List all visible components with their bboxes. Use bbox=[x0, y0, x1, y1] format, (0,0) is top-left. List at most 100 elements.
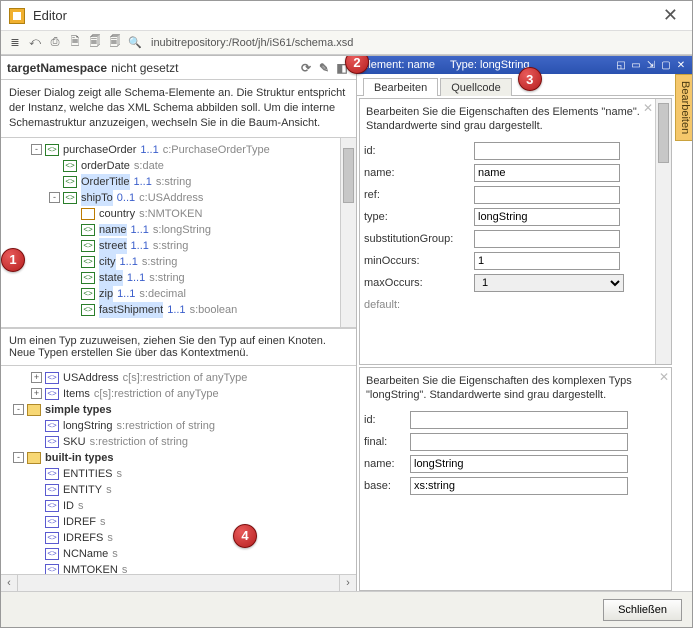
side-tab-bearbeiten[interactable]: Bearbeiten bbox=[675, 74, 692, 141]
expand-toggle bbox=[67, 272, 78, 283]
tfield-id[interactable] bbox=[410, 411, 628, 429]
tree-label: fastShipment bbox=[99, 302, 163, 318]
panel-close-icon[interactable]: ✕ bbox=[674, 58, 688, 72]
search-icon[interactable]: 🔍 bbox=[127, 35, 143, 51]
tree-label: city bbox=[99, 254, 116, 270]
expand-toggle[interactable]: - bbox=[31, 144, 42, 155]
window-close-icon[interactable]: ✕ bbox=[657, 5, 684, 26]
field-maxoccurs[interactable]: 1 bbox=[474, 274, 624, 292]
lbl-name: name: bbox=[364, 167, 474, 179]
tree-row[interactable]: zip1..1s:decimal bbox=[5, 286, 340, 302]
elem-icon bbox=[81, 256, 95, 268]
tree-row[interactable]: SKUs:restriction of string bbox=[5, 434, 356, 450]
tree-row[interactable]: -purchaseOrder1..1c:PurchaseOrderType bbox=[5, 142, 340, 158]
ns-status: nicht gesetzt bbox=[111, 61, 178, 75]
type-icon bbox=[45, 564, 59, 574]
expand-toggle bbox=[31, 564, 42, 574]
tree-row[interactable]: -simple types bbox=[5, 402, 356, 418]
panel-pin-icon[interactable]: ⇲ bbox=[644, 58, 658, 72]
elem-icon bbox=[45, 144, 59, 156]
tree-label: USAddress bbox=[63, 370, 119, 386]
panel-window-icon[interactable]: ◱ bbox=[614, 58, 628, 72]
tfield-name[interactable] bbox=[410, 455, 628, 473]
tab-bearbeiten[interactable]: Bearbeiten bbox=[363, 78, 438, 96]
tb-icon-6[interactable]: 🗐 bbox=[107, 35, 123, 51]
field-type[interactable] bbox=[474, 208, 620, 226]
schema-tree[interactable]: -purchaseOrder1..1c:PurchaseOrderTypeord… bbox=[1, 138, 340, 327]
refresh-icon[interactable]: ⟳ bbox=[298, 60, 314, 76]
expand-toggle bbox=[31, 436, 42, 447]
field-name[interactable] bbox=[474, 164, 620, 182]
expand-toggle bbox=[31, 516, 42, 527]
tree-label: IDREF bbox=[63, 514, 96, 530]
field-subst[interactable] bbox=[474, 230, 620, 248]
tree-scrollbar[interactable] bbox=[340, 138, 356, 327]
tfield-final[interactable] bbox=[410, 433, 628, 451]
panel-max-icon[interactable]: ▢ bbox=[659, 58, 673, 72]
callout-4: 4 bbox=[233, 524, 257, 548]
tree-row[interactable]: longStrings:restriction of string bbox=[5, 418, 356, 434]
tb-icon-5[interactable]: 🗐 bbox=[87, 35, 103, 51]
elem-icon bbox=[81, 288, 95, 300]
expand-toggle[interactable]: - bbox=[13, 452, 24, 463]
tree-row[interactable]: IDs bbox=[5, 498, 356, 514]
field-ref[interactable] bbox=[474, 186, 620, 204]
expand-toggle bbox=[31, 500, 42, 511]
tb-icon-2[interactable]: ⤺ bbox=[27, 35, 43, 51]
type-icon bbox=[45, 436, 59, 448]
tree-row[interactable]: -shipTo0..1c:USAddress bbox=[5, 190, 340, 206]
tree-label: Items bbox=[63, 386, 90, 402]
tree-label: NCName bbox=[63, 546, 108, 562]
panel-min-icon[interactable]: ▭ bbox=[629, 58, 643, 72]
expand-toggle bbox=[67, 208, 78, 219]
tree-row[interactable]: city1..1s:string bbox=[5, 254, 340, 270]
tb-icon-4[interactable]: 🗎 bbox=[67, 35, 83, 51]
expand-toggle bbox=[67, 304, 78, 315]
tree-label: OrderTitle bbox=[81, 174, 130, 190]
callout-1: 1 bbox=[1, 248, 25, 272]
tree-row[interactable]: fastShipment1..1s:boolean bbox=[5, 302, 340, 318]
tree-row[interactable]: name1..1s:longString bbox=[5, 222, 340, 238]
tree-label: orderDate bbox=[81, 158, 130, 174]
tb-icon-1[interactable]: ≣ bbox=[7, 35, 23, 51]
expand-toggle[interactable]: + bbox=[31, 388, 42, 399]
tree-row[interactable]: state1..1s:string bbox=[5, 270, 340, 286]
types-tree[interactable]: +USAddressc[s]:restriction of anyType+It… bbox=[1, 366, 356, 574]
expand-toggle[interactable]: - bbox=[13, 404, 24, 415]
expand-toggle[interactable]: - bbox=[49, 192, 60, 203]
lbl-type: type: bbox=[364, 211, 474, 223]
expand-toggle[interactable]: + bbox=[31, 372, 42, 383]
tree-row[interactable]: countrys:NMTOKEN bbox=[5, 206, 340, 222]
h-scrollbar[interactable]: ‹› bbox=[1, 574, 356, 591]
tree-row[interactable]: NMTOKENs bbox=[5, 562, 356, 574]
edit-icon[interactable]: ✎ bbox=[316, 60, 332, 76]
type-form-close-icon[interactable]: ✕ bbox=[659, 370, 669, 384]
schema-hint: Dieser Dialog zeigt alle Schema-Elemente… bbox=[1, 80, 356, 138]
elem-icon bbox=[81, 304, 95, 316]
tree-label: built-in types bbox=[45, 450, 113, 466]
tree-row[interactable]: +Itemsc[s]:restriction of anyType bbox=[5, 386, 356, 402]
tree-row[interactable]: +USAddressc[s]:restriction of anyType bbox=[5, 370, 356, 386]
tree-row[interactable]: ENTITYs bbox=[5, 482, 356, 498]
tree-row[interactable]: ENTITIESs bbox=[5, 466, 356, 482]
tree-row[interactable]: NCNames bbox=[5, 546, 356, 562]
expand-toggle bbox=[31, 484, 42, 495]
field-id[interactable] bbox=[474, 142, 620, 160]
schema-path-input[interactable] bbox=[147, 34, 686, 52]
tree-row[interactable]: - built-in types bbox=[5, 450, 356, 466]
tb-icon-3[interactable]: ⎙ bbox=[47, 35, 63, 51]
tfield-base[interactable] bbox=[410, 477, 628, 495]
type-icon bbox=[45, 372, 59, 384]
expand-toggle bbox=[67, 256, 78, 267]
tlbl-id: id: bbox=[364, 414, 410, 426]
tree-row[interactable]: orderDates:date bbox=[5, 158, 340, 174]
tree-row[interactable]: street1..1s:string bbox=[5, 238, 340, 254]
close-button[interactable]: Schließen bbox=[603, 599, 682, 621]
tab-quellcode[interactable]: Quellcode bbox=[440, 78, 512, 96]
tree-row[interactable]: IDREFSs bbox=[5, 530, 356, 546]
elem-form-close-icon[interactable]: ✕ bbox=[643, 101, 653, 115]
field-minoccurs[interactable] bbox=[474, 252, 620, 270]
elem-form-scrollbar[interactable] bbox=[655, 99, 671, 364]
tree-row[interactable]: IDREFs bbox=[5, 514, 356, 530]
tree-row[interactable]: OrderTitle1..1s:string bbox=[5, 174, 340, 190]
